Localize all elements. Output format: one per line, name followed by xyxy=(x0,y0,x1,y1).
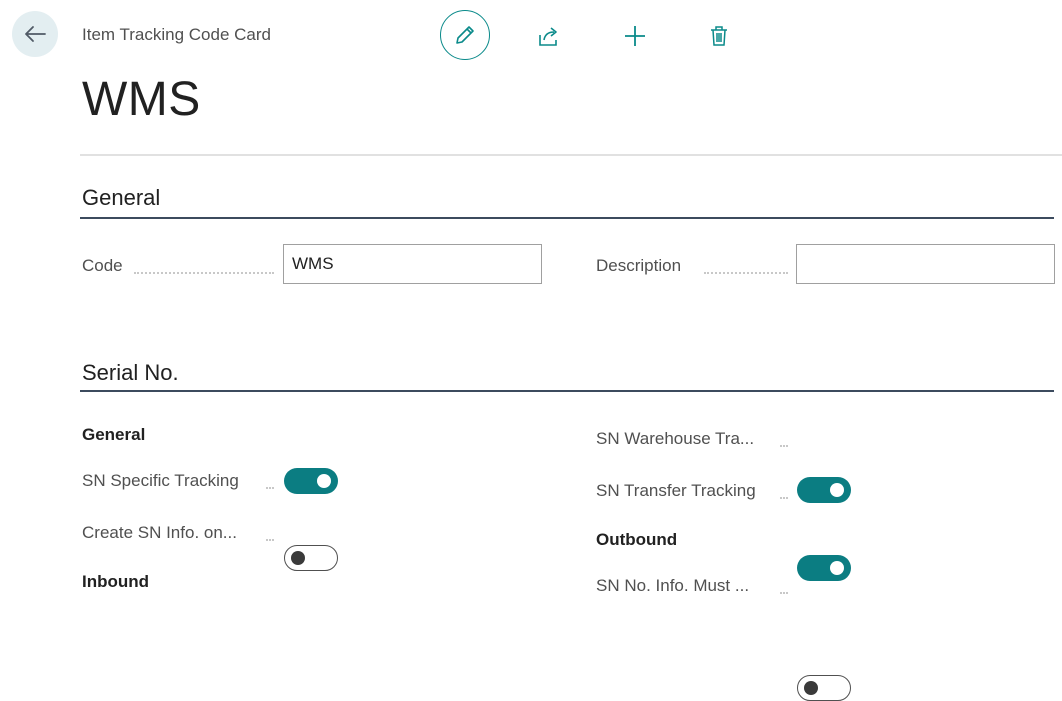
new-button[interactable] xyxy=(620,22,650,50)
code-leader xyxy=(134,272,274,274)
inbound-group-title: Inbound xyxy=(82,572,150,591)
general-section-rule xyxy=(80,217,1054,219)
code-field[interactable] xyxy=(283,244,542,284)
description-label: Description xyxy=(596,256,682,275)
delete-button[interactable] xyxy=(704,22,734,50)
sn-no-info-must-exist-label: SN No. Info. Must ... xyxy=(596,576,750,595)
sn-transfer-tracking-label: SN Transfer Tracking xyxy=(596,481,756,500)
header-divider xyxy=(80,154,1062,156)
trash-icon xyxy=(711,26,727,46)
general-section-title: General xyxy=(82,185,161,210)
general-group-title: General xyxy=(82,425,146,444)
edit-button[interactable] xyxy=(440,10,490,60)
sn-warehouse-tracking-toggle[interactable] xyxy=(797,477,851,503)
breadcrumb: Item Tracking Code Card xyxy=(82,25,271,44)
sn-no-info-leader xyxy=(780,592,788,594)
page-title: WMS xyxy=(82,73,201,126)
create-sn-info-toggle[interactable] xyxy=(284,545,338,571)
toggle-knob xyxy=(291,551,305,565)
toggle-knob xyxy=(830,561,844,575)
code-label: Code xyxy=(82,256,123,275)
create-sn-leader xyxy=(266,539,274,541)
arrow-left-icon xyxy=(25,26,46,42)
plus-icon xyxy=(625,26,645,46)
toggle-knob xyxy=(830,483,844,497)
sn-no-info-must-exist-toggle[interactable] xyxy=(797,675,851,701)
share-icon xyxy=(539,27,557,46)
share-button[interactable] xyxy=(534,23,564,49)
serial-section-rule xyxy=(80,390,1054,392)
description-field[interactable] xyxy=(796,244,1055,284)
toggle-knob xyxy=(317,474,331,488)
outbound-group-title: Outbound xyxy=(596,530,678,549)
sn-transfer-leader xyxy=(780,497,788,499)
sn-specific-tracking-label: SN Specific Tracking xyxy=(82,471,239,490)
toggle-knob xyxy=(804,681,818,695)
create-sn-info-label: Create SN Info. on... xyxy=(82,523,237,542)
sn-warehouse-leader xyxy=(780,445,788,447)
serial-section-title: Serial No. xyxy=(82,360,179,385)
sn-specific-leader xyxy=(266,487,274,489)
sn-warehouse-tracking-label: SN Warehouse Tra... xyxy=(596,429,755,448)
pencil-icon xyxy=(456,26,474,44)
sn-transfer-tracking-toggle[interactable] xyxy=(797,555,851,581)
sn-specific-tracking-toggle[interactable] xyxy=(284,468,338,494)
description-leader xyxy=(704,272,788,274)
back-button[interactable] xyxy=(12,11,58,57)
